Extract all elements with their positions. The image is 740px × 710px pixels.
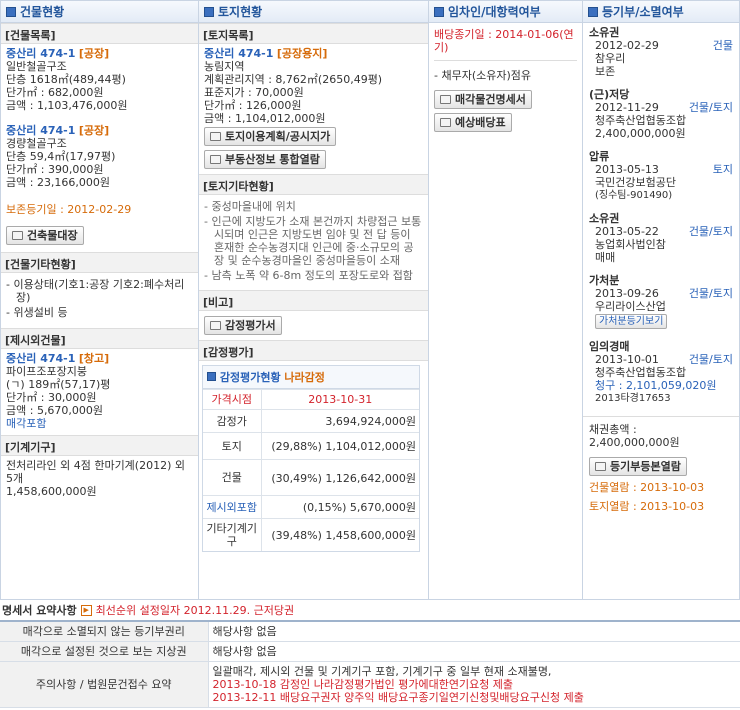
table-row: 토지 (29,88%) 1,104,012,000원 [203,432,419,460]
tenant-column: 임차인/대항력여부 배당종기일 : 2014-01-06(연기) - 채무자(소… [429,1,583,599]
tenant-item: - 채무자(소유자)점유 [434,60,577,82]
list-item: - 인근에 지방도가 소재 본건까지 차량접근 보통시되며 인근은 지방도변 임… [204,215,422,267]
section-icon [6,6,16,17]
registry-entry: (근)저당 2012-11-29 건물/토지 청주축산업협동조합 2,400,00… [589,88,733,140]
machine-item: 전처리라인 외 4점 한마기계(2012) 외 5개 1,458,600,000… [6,459,186,498]
building-item: 중산리 474-1 [공장] 경량철골구조 단층 59,4㎡(17,97평) 단… [6,124,116,189]
land-plan-button[interactable]: 토지이용계획/공시지가 [204,127,337,146]
registry-entry: 소유권 2013-05-22 건물/토지 농업회사법인참 매매 [589,212,733,264]
land-view-date: 토지열람 : 2013-10-03 [589,500,705,513]
registry-header: 등기부/소멸여부 [583,1,739,23]
machine-title: [기계기구] [1,435,198,456]
first-right-text: 최선순위 설정일자 2012.11.29. 근저당권 [95,604,295,617]
list-item: - 위생설비 등 [6,306,68,319]
expected-dividend-button[interactable]: 예상배당표 [434,113,512,132]
extra-building-item: 중산리 474-1 [창고] 파이프조포장지붕 (ㄱ) 189㎡(57,17)평… [6,352,111,430]
land-etc-list: - 중성마을내에 위치 - 인근에 지방도가 소재 본건까지 차량접근 보통시되… [204,200,423,282]
document-icon [12,231,23,240]
document-icon [210,321,221,330]
land-column: 토지현황 [토지목록] 중산리 474-1 [공장용지] 농림지역 계획관리지역… [199,1,429,599]
sale-statement-button[interactable]: 매각물건명세서 [434,90,532,109]
list-item: - 이용상태(기호1:공장 기호2:폐수처리장) [6,278,185,304]
extra-building-title: [제시외건물] [1,328,198,349]
document-icon [210,132,221,141]
document-icon [595,462,606,471]
table-row: 주의사항 / 법원문건접수 요약 일괄매각, 제시외 건물 및 기계기구 포함,… [0,661,740,708]
building-list-title: [건물목록] [1,23,198,44]
land-item: 중산리 474-1 [공장용지] 농림지역 계획관리지역 : 8,762㎡(26… [199,44,428,174]
appraisal-table: 가격시점 2013-10-31 감정가 3,694,924,000원 토지 (29,8… [203,389,419,551]
dividend-deadline: 배당종기일 : 2014-01-06(연기) [434,28,574,54]
land-list-title: [토지목록] [199,23,428,44]
building-etc-title: [건물기타현황] [1,252,198,273]
appraisal-box-title: 감정평가현황 나라감정 [203,366,419,389]
arrow-right-icon: ▶ [80,604,92,616]
table-row: 매각으로 설정된 것으로 보는 지상권 해당사항 없음 [0,641,740,662]
table-row: 가격시점 2013-10-31 [203,389,419,410]
document-icon [440,118,451,127]
registry-column: 등기부/소멸여부 소유권 2012-02-29 건물 참우리 보존 (근)저당 2… [583,1,739,599]
summary-table: 매각으로 소멸되지 않는 등기부권리 해당사항 없음 매각으로 설정된 것으로 보… [0,620,740,708]
registry-entry: 가처분 2013-09-26 건물/토지 우리라이스산업 가처분등기보기 [589,274,733,329]
section-icon [434,6,444,17]
property-columns: 건물현황 [건물목록] 중산리 474-1 [공장] 일반철골구조 단층 161… [0,0,740,600]
document-icon [210,155,221,164]
registry-entry: 압류 2013-05-13 토지 국민건강보험공단 (징수팀-901490) [589,150,733,201]
table-row: 감정가 3,694,924,000원 [203,409,419,433]
building-header: 건물현황 [1,1,198,23]
list-item: - 중성마을내에 위치 [204,200,296,213]
total-claim: 채권총액 : 2,400,000,000원 [583,416,739,452]
table-row: 기타기계기구 (39,48%) 1,458,600,000원 [203,518,419,551]
registry-entry: 임의경매 2013-10-01 건물/토지 청주축산업협동조합 청구 : 2,10… [589,340,733,404]
list-item: - 남측 노폭 약 6-8m 정도의 포장도로와 접함 [204,269,413,282]
appraisal-title: [감정평가] [199,340,428,361]
tenant-header: 임차인/대항력여부 [429,1,582,23]
document-icon [440,95,451,104]
land-etc-title: [토지기타현황] [199,174,428,195]
land-note-title: [비고] [199,290,428,311]
summary-section: 명세서 요약사항 ▶ 최선순위 설정일자 2012.11.29. 근저당권 매각… [0,600,740,708]
building-view-date: 건물열람 : 2013-10-03 [589,481,705,494]
appraisal-box: 감정평가현황 나라감정 가격시점 2013-10-31 감정가 3,694,924,… [202,365,420,552]
table-row: 제시외포함 (0,15%) 5,670,000원 [203,495,419,519]
summary-title-bar: 명세서 요약사항 ▶ 최선순위 설정일자 2012.11.29. 근저당권 [2,604,295,617]
injunction-view-button[interactable]: 가처분등기보기 [595,314,668,329]
land-header: 토지현황 [199,1,428,23]
section-icon [207,372,216,381]
registry-view-button[interactable]: 등기부등본열람 [589,457,687,476]
table-row: 매각으로 소멸되지 않는 등기부권리 해당사항 없음 [0,621,740,642]
building-item: 중산리 474-1 [공장] 일반철골구조 단층 1618㎡(489,44평) … [6,47,128,112]
table-row: 건물 (30,49%) 1,126,642,000원 [203,459,419,496]
real-estate-info-button[interactable]: 부동산정보 통합열람 [204,150,326,169]
building-ledger-button[interactable]: 건축물대장 [6,226,84,245]
section-icon [204,6,214,17]
building-etc-list: - 이용상태(기호1:공장 기호2:폐수처리장) - 위생설비 등 [6,278,193,319]
section-icon [588,6,598,17]
building-column: 건물현황 [건물목록] 중산리 474-1 [공장] 일반철골구조 단층 161… [1,1,199,599]
preserve-date: 보존등기일 : 2012-02-29 [6,203,132,216]
registry-entry: 소유권 2012-02-29 건물 참우리 보존 [589,26,733,78]
appraisal-report-button[interactable]: 감정평가서 [204,316,282,335]
